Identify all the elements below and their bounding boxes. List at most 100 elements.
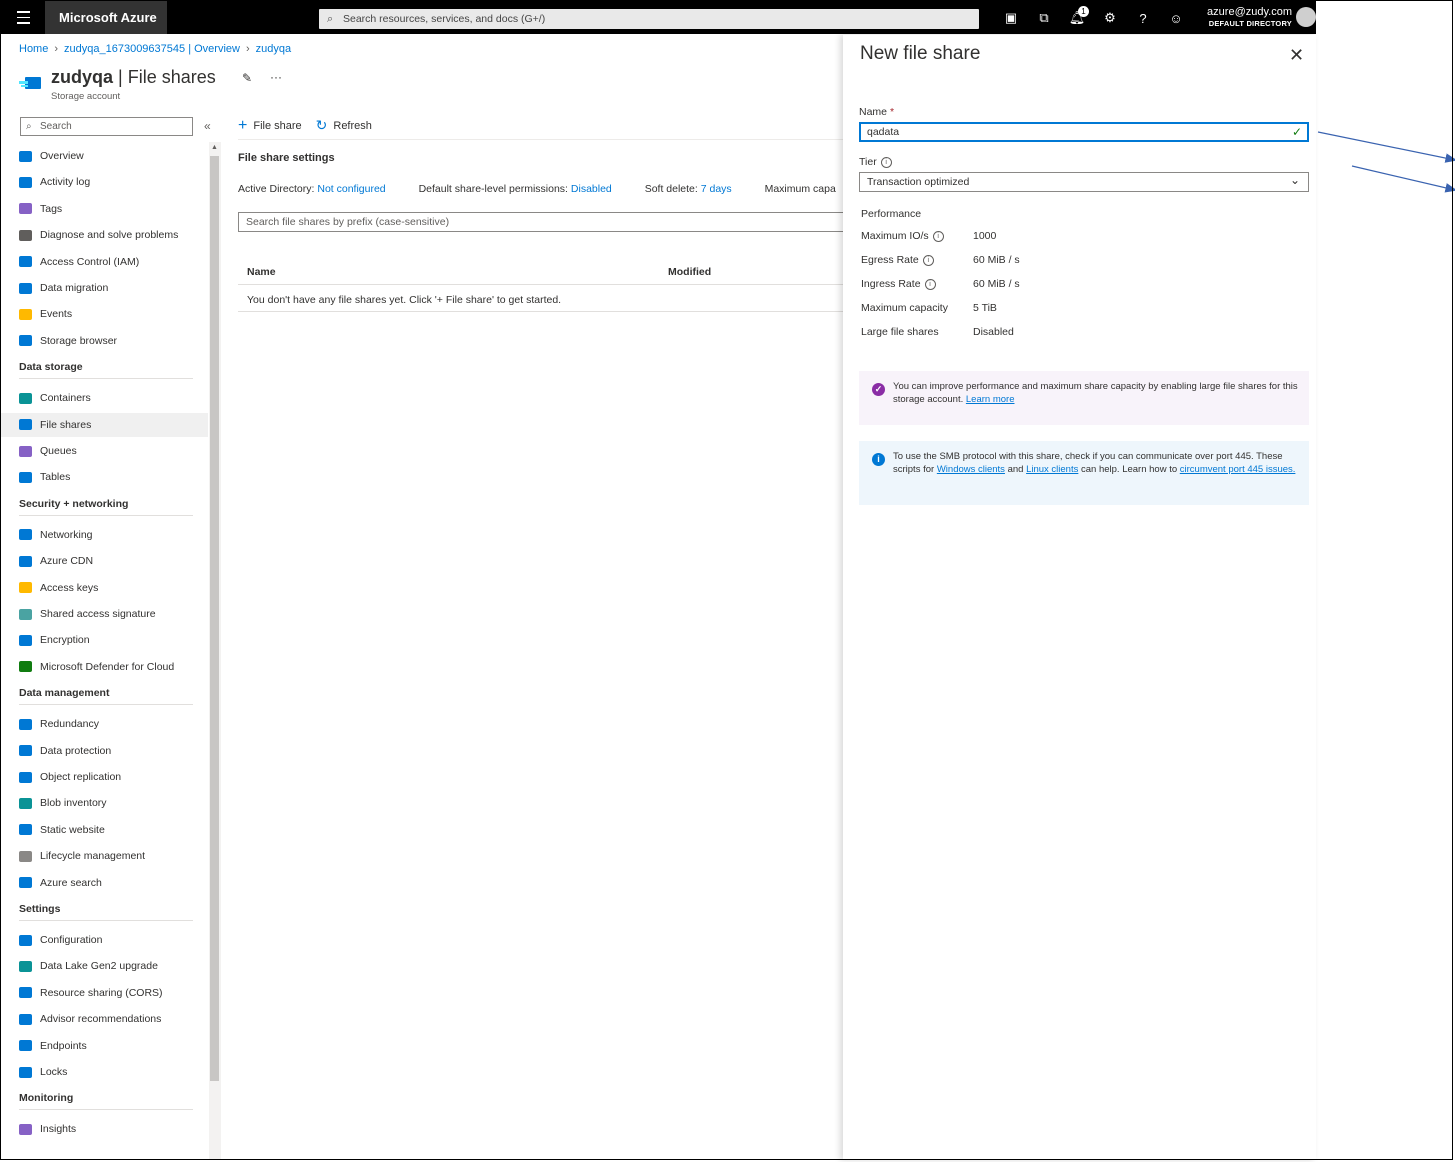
learn-more-link[interactable]: Learn more: [966, 394, 1015, 405]
file-share-search-input[interactable]: Search file shares by prefix (case-sensi…: [238, 212, 858, 232]
scrollbar-thumb[interactable]: [210, 156, 219, 1081]
name-field[interactable]: qadata ✓: [859, 122, 1309, 142]
feedback-icon[interactable]: ☺: [1164, 7, 1188, 29]
active-directory-link[interactable]: Not configured: [317, 183, 385, 195]
permissions-link[interactable]: Disabled: [571, 183, 612, 195]
sidebar-item-blob-inventory[interactable]: Blob inventory: [1, 791, 208, 815]
sidebar-item-events[interactable]: Events: [1, 302, 208, 326]
sidebar-item-resource-sharing-cors[interactable]: Resource sharing (CORS): [1, 981, 208, 1005]
smb-info-message: i To use the SMB protocol with this shar…: [859, 441, 1309, 505]
sidebar-item-azure-cdn[interactable]: Azure CDN: [1, 549, 208, 573]
sidebar-item-object-replication[interactable]: Object replication: [1, 765, 208, 789]
sidebar-item-diagnose-and-solve-problems[interactable]: Diagnose and solve problems: [1, 223, 208, 247]
sidebar-item-lifecycle-management[interactable]: Lifecycle management: [1, 844, 208, 868]
configuration-icon: [19, 934, 32, 946]
menu-scrollbar[interactable]: ▲: [209, 142, 221, 1160]
sidebar-item-data-lake-gen2-upgrade[interactable]: Data Lake Gen2 upgrade: [1, 954, 208, 978]
section-header-security-networking: Security + networking: [19, 498, 193, 516]
sidebar-item-access-control-iam[interactable]: Access Control (IAM): [1, 250, 208, 274]
pin-icon[interactable]: ✎: [242, 71, 252, 85]
sidebar-item-redundancy[interactable]: Redundancy: [1, 712, 208, 736]
command-bar: + File share ↻ Refresh: [238, 117, 372, 134]
soft-delete-link[interactable]: 7 days: [701, 183, 732, 195]
breadcrumb-current[interactable]: zudyqa: [256, 43, 291, 55]
directory-filter-icon[interactable]: ⧉: [1032, 7, 1056, 29]
sidebar-item-queues[interactable]: Queues: [1, 439, 208, 463]
add-file-share-button[interactable]: + File share: [238, 117, 302, 134]
sidebar-item-tags[interactable]: Tags: [1, 197, 208, 221]
info-icon[interactable]: i: [924, 278, 936, 290]
column-name[interactable]: Name: [247, 266, 276, 278]
sidebar-item-label: Data protection: [40, 744, 112, 757]
sidebar-item-encryption[interactable]: Encryption: [1, 628, 208, 652]
sidebar-item-access-keys[interactable]: Access keys: [1, 576, 208, 600]
linux-clients-link[interactable]: Linux clients: [1026, 464, 1078, 475]
sidebar-item-locks[interactable]: Locks: [1, 1060, 208, 1084]
sidebar-item-storage-browser[interactable]: Storage browser: [1, 329, 208, 353]
column-modified[interactable]: Modified: [668, 266, 711, 278]
check-circle-icon: ✓: [872, 383, 885, 396]
info-icon[interactable]: i: [880, 156, 892, 168]
sidebar-item-activity-log[interactable]: Activity log: [1, 170, 208, 194]
menu-search-placeholder: Search: [40, 121, 72, 132]
settings-icon[interactable]: ⚙: [1098, 7, 1122, 29]
page-title: zudyqa | File shares: [51, 67, 216, 87]
encryption-icon: [19, 634, 32, 646]
access-control-iam-icon: [19, 256, 32, 268]
sidebar-item-advisor-recommendations[interactable]: Advisor recommendations: [1, 1007, 208, 1031]
sidebar-item-containers[interactable]: Containers: [1, 386, 208, 410]
brand-label[interactable]: Microsoft Azure: [45, 1, 167, 34]
sidebar-item-shared-access-signature[interactable]: Shared access signature: [1, 602, 208, 626]
notifications-icon[interactable]: 🔔︎ 1: [1065, 6, 1089, 29]
close-icon[interactable]: ✕: [1289, 45, 1304, 66]
cloud-shell-icon[interactable]: ▣: [999, 7, 1023, 29]
portal-menu-button[interactable]: [1, 1, 45, 34]
refresh-button[interactable]: ↻ Refresh: [316, 117, 372, 134]
windows-clients-link[interactable]: Windows clients: [937, 464, 1005, 475]
help-icon[interactable]: ?: [1131, 7, 1155, 29]
sidebar-item-networking[interactable]: Networking: [1, 523, 208, 547]
sidebar-item-static-website[interactable]: Static website: [1, 818, 208, 842]
circumvent-port-link[interactable]: circumvent port 445 issues.: [1180, 464, 1296, 475]
sidebar-item-label: Queues: [40, 445, 77, 457]
breadcrumb-home[interactable]: Home: [19, 43, 48, 55]
table-header: Name Modified: [238, 262, 844, 285]
performance-row: Ingress Rate i 60 MiB / s: [861, 278, 1020, 290]
info-icon[interactable]: i: [932, 230, 944, 242]
sidebar-item-overview[interactable]: Overview: [1, 144, 208, 168]
sidebar-item-endpoints[interactable]: Endpoints: [1, 1034, 208, 1058]
tier-dropdown[interactable]: Transaction optimized ⌄: [859, 172, 1309, 192]
performance-key: Egress Rate: [861, 254, 919, 266]
info-icon[interactable]: i: [922, 254, 934, 266]
performance-key: Large file shares: [861, 326, 939, 338]
menu-search-input[interactable]: ⌕ Search: [20, 117, 193, 136]
global-search-input[interactable]: ⌕ Search resources, services, and docs (…: [319, 9, 979, 29]
scroll-up-icon[interactable]: ▲: [211, 144, 218, 151]
storage-browser-icon: [19, 335, 32, 347]
annotation-arrow: [1317, 131, 1455, 163]
collapse-menu-button[interactable]: «: [204, 119, 211, 133]
search-icon: ⌕: [327, 13, 334, 25]
breadcrumb-separator-icon: ›: [245, 43, 250, 55]
avatar[interactable]: [1296, 7, 1316, 27]
more-options-button[interactable]: ···: [270, 70, 282, 84]
sidebar-item-insights[interactable]: Insights: [1, 1117, 208, 1141]
sidebar-item-configuration[interactable]: Configuration: [1, 928, 208, 952]
sidebar-item-data-protection[interactable]: Data protection: [1, 739, 208, 763]
sidebar-item-label: Tables: [40, 471, 71, 484]
performance-key: Ingress Rate: [861, 278, 921, 290]
sidebar-item-label: File shares: [40, 418, 92, 431]
static-website-icon: [19, 824, 32, 836]
sidebar-item-tables[interactable]: Tables: [1, 465, 208, 489]
sidebar-item-microsoft-defender-for-cloud[interactable]: Microsoft Defender for Cloud: [1, 655, 208, 679]
sidebar-item-data-migration[interactable]: Data migration: [1, 276, 208, 300]
add-file-share-label: File share: [253, 119, 302, 132]
sidebar-item-file-shares[interactable]: File shares: [1, 412, 208, 437]
account-menu[interactable]: azure@zudy.com DEFAULT DIRECTORY: [1207, 7, 1292, 29]
chevron-down-icon: ⌄: [1289, 173, 1300, 187]
sidebar-item-label: Locks: [40, 1066, 68, 1078]
breadcrumb-overview[interactable]: zudyqa_1673009637545 | Overview: [64, 43, 240, 55]
lifecycle-management-icon: [19, 850, 32, 862]
sidebar-item-azure-search[interactable]: Azure search: [1, 871, 208, 895]
account-directory: DEFAULT DIRECTORY: [1208, 19, 1292, 28]
